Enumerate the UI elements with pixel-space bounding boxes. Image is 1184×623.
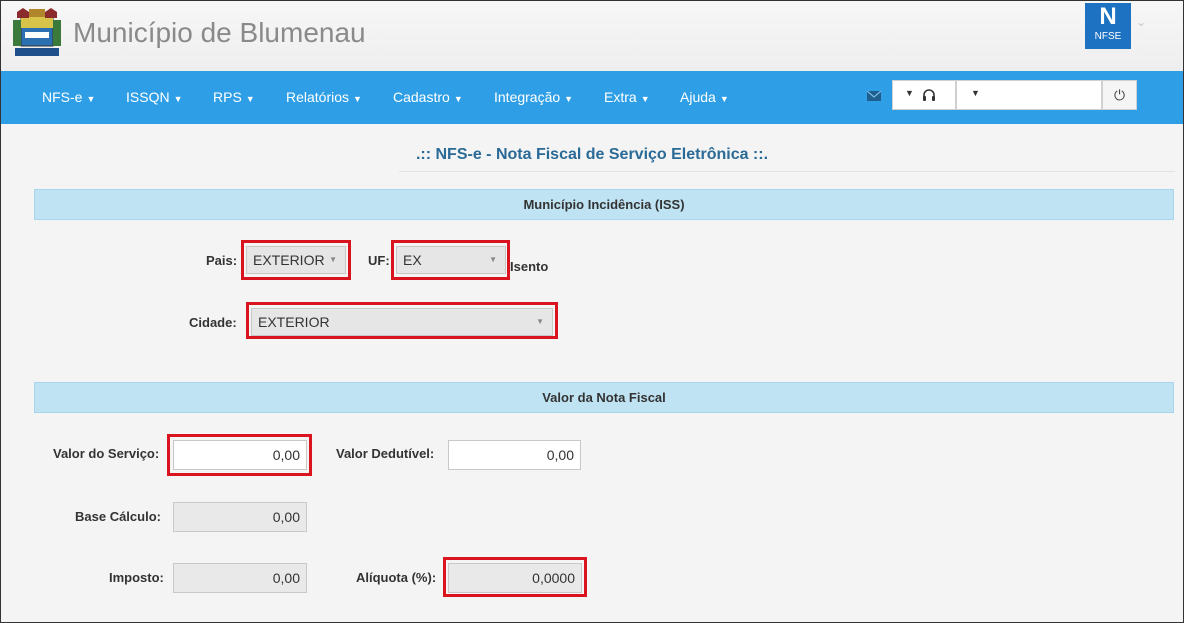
imposto-label: Imposto: [109, 570, 164, 585]
caret-down-icon: ▼ [353, 94, 362, 104]
valor-servico-label: Valor do Serviço: [53, 446, 160, 461]
section-header-municipio: Município Incidência (ISS) [34, 189, 1174, 220]
nav-item-cadastro[interactable]: Cadastro ▼ [393, 71, 463, 124]
power-button[interactable]: ⏻ [1102, 80, 1137, 110]
nav-item-issqn[interactable]: ISSQN ▼ [126, 71, 183, 124]
divider [399, 171, 1175, 172]
support-dropdown[interactable]: ▼ [892, 80, 956, 110]
app-header: Município de Blumenau N NFSE ⌄ [1, 1, 1183, 71]
nav-item-ajuda[interactable]: Ajuda ▼ [680, 71, 729, 124]
base-calculo-label: Base Cálculo: [75, 509, 161, 524]
highlight-uf [391, 240, 510, 280]
section-header-valor: Valor da Nota Fiscal [34, 382, 1174, 413]
user-select[interactable]: ▼ [956, 80, 1102, 110]
nav-item-relatorios[interactable]: Relatórios ▼ [286, 71, 362, 124]
caret-down-icon: ▼ [453, 94, 463, 104]
mail-icon[interactable] [867, 91, 881, 101]
imposto-field: 0,00 [173, 563, 307, 593]
caret-down-icon: ▼ [971, 88, 980, 98]
isento-label: Isento [510, 259, 549, 274]
nav-item-integracao[interactable]: Integração ▼ [494, 71, 573, 124]
chevron-down-icon[interactable]: ⌄ [1136, 15, 1146, 29]
highlight-valor-servico [167, 434, 312, 476]
municipal-crest-icon [13, 8, 61, 56]
valor-dedutivel-label: Valor Dedutível: [336, 446, 435, 461]
power-icon: ⏻ [1113, 87, 1126, 103]
nfse-logo[interactable]: N NFSE [1085, 3, 1131, 49]
caret-down-icon: ▼ [905, 88, 914, 98]
base-calculo-field: 0,00 [173, 502, 307, 532]
highlight-pais [241, 240, 351, 280]
caret-down-icon: ▼ [245, 94, 255, 104]
valor-dedutivel-input[interactable]: 0,00 [448, 440, 581, 470]
cidade-label: Cidade: [189, 315, 237, 330]
highlight-aliquota [443, 557, 587, 597]
caret-down-icon: ▼ [719, 94, 729, 104]
highlight-cidade [246, 302, 558, 339]
page-title: .:: NFS-e - Nota Fiscal de Serviço Eletr… [415, 146, 769, 163]
headset-icon [923, 89, 935, 101]
aliquota-label: Alíquota (%): [356, 570, 437, 585]
app-title: Município de Blumenau [73, 17, 366, 48]
caret-down-icon: ▼ [86, 94, 96, 104]
pais-label: Pais: [206, 253, 238, 268]
caret-down-icon: ▼ [173, 94, 183, 104]
uf-label: UF: [368, 253, 390, 268]
caret-down-icon: ▼ [564, 94, 574, 104]
nav-item-rps[interactable]: RPS ▼ [213, 71, 255, 124]
nav-item-extra[interactable]: Extra ▼ [604, 71, 650, 124]
nfse-logo-text: NFSE [1094, 31, 1122, 42]
nfse-logo-letter: N [1099, 3, 1117, 30]
nav-item-nfse[interactable]: NFS-e ▼ [42, 71, 95, 124]
caret-down-icon: ▼ [640, 94, 650, 104]
